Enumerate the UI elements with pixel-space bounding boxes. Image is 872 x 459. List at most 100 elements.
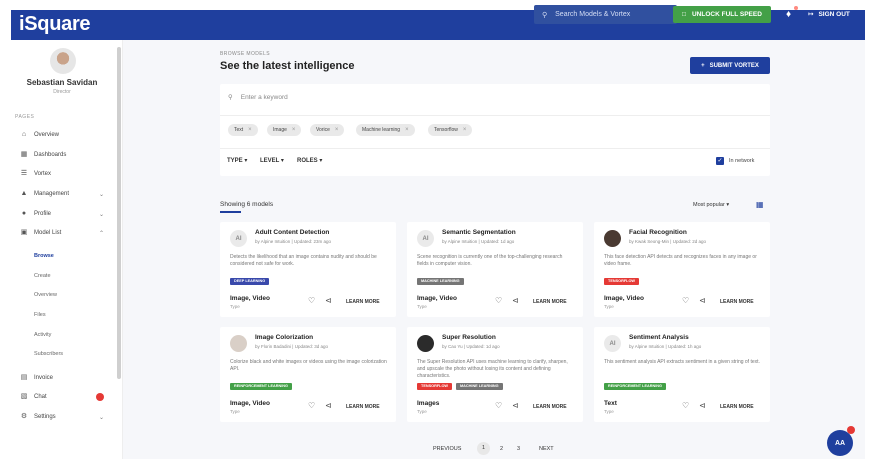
model-title[interactable]: Facial Recognition [629,229,687,236]
submit-vortex-label: SUBMIT VORTEX [709,62,759,69]
pagination-page-3[interactable]: 3 [517,446,520,452]
user-avatar[interactable] [50,48,76,74]
unlock-full-speed-button[interactable]: □ UNLOCK FULL SPEED [673,6,771,23]
sidebar-subitem-activity[interactable]: Activity [34,332,51,338]
chevron-down-icon[interactable]: ⌄ [99,414,104,421]
model-title[interactable]: Super Resolution [442,334,496,341]
share-icon[interactable]: ⊲ [325,401,332,410]
model-title[interactable]: Adult Content Detection [255,229,329,236]
sort-dropdown[interactable]: Most popular ▾ [693,202,729,208]
pagination-page-2[interactable]: 2 [500,446,503,452]
heart-icon[interactable]: ♡ [308,296,315,305]
gear-icon: ⚙ [20,413,28,420]
heart-icon[interactable]: ♡ [495,296,502,305]
sidebar-item-invoice[interactable]: ▤ Invoice [20,372,53,384]
model-tags: TENSORFLOW [604,278,639,285]
roles-dropdown[interactable]: ROLES ▾ [297,157,322,164]
learn-more-button[interactable]: LEARN MORE [346,404,380,410]
heart-icon[interactable]: ♡ [495,401,502,410]
model-description: This face detection API detects and reco… [604,254,757,267]
model-avatar [230,335,247,352]
model-card[interactable]: AI Semantic Segmentation by Alpine Intui… [407,222,583,317]
model-author: by Alpine Intuition | Updated: 1d ago [442,239,515,244]
learn-more-button[interactable]: LEARN MORE [533,299,567,305]
model-card[interactable]: AI Adult Content Detection by Alpine Int… [220,222,396,317]
sidebar-section-label: PAGES [15,114,35,120]
sidebar-item-label: Model List [34,230,62,236]
filter-chip-text[interactable]: Text × [228,124,258,136]
sidebar-subitem-files[interactable]: Files [34,312,46,318]
sidebar-item-vortex[interactable]: ☰ Vortex [20,168,51,180]
learn-more-button[interactable]: LEARN MORE [346,299,380,305]
model-tag: DEEP LEARNING [230,278,270,285]
heart-icon[interactable]: ♡ [308,401,315,410]
model-title[interactable]: Sentiment Analysis [629,334,689,341]
sidebar-item-dashboards[interactable]: ▦ Dashboards [20,149,67,161]
notification-bell-icon[interactable]: ♦ [786,9,791,20]
keyword-input[interactable]: ⚲ Enter a keyword [228,93,288,102]
sidebar-item-label: Management [34,191,70,197]
chip-label: Machine learning [362,127,401,133]
sidebar-item-label: Profile [34,211,52,217]
learn-more-button[interactable]: LEARN MORE [720,299,754,305]
share-icon[interactable]: ⊲ [325,296,332,305]
pagination-page-1[interactable]: 1 [477,442,490,455]
sidebar-item-management[interactable]: ▲ Management [20,188,70,200]
chevron-down-icon[interactable]: ⌄ [99,191,104,198]
model-type: Image, Video [230,400,270,407]
submit-vortex-button[interactable]: + SUBMIT VORTEX [690,57,770,74]
sidebar-item-label: Chat [34,394,47,400]
filter-chip-tensorflow[interactable]: Tensorflow × [428,124,473,136]
model-title[interactable]: Semantic Segmentation [442,229,516,236]
model-card[interactable]: Facial Recognition by Kwak Seong-Min | U… [594,222,770,317]
close-icon[interactable]: × [405,127,409,133]
sidebar-item-profile[interactable]: ● Profile [20,208,51,220]
share-icon[interactable]: ⊲ [512,296,519,305]
model-tag: REINFORCEMENT LEARNING [230,383,292,390]
model-type: Text [604,400,617,407]
chevron-up-icon[interactable]: ⌃ [99,230,104,237]
search-input[interactable]: ⚲ Search Models & Vortex [534,5,677,24]
sign-out-button[interactable]: ↦ SIGN OUT [808,10,850,19]
model-card[interactable]: Image Colorization by Florin Badadini | … [220,327,396,422]
sidebar-item-settings[interactable]: ⚙ Settings [20,411,56,423]
share-icon[interactable]: ⊲ [699,401,706,410]
sidebar-subitem-create[interactable]: Create [34,273,51,279]
sidebar-subitem-subscribers[interactable]: Subscribers [34,351,63,357]
model-tags: REINFORCEMENT LEARNING [604,383,666,390]
sidebar-item-overview[interactable]: ⌂ Overview [20,129,59,141]
grid-view-icon[interactable]: ▦ [756,201,764,209]
sidebar-subitem-overview[interactable]: Overview [34,292,57,298]
share-icon[interactable]: ⊲ [699,296,706,305]
sidebar-scrollbar[interactable] [117,47,121,379]
unlock-label: UNLOCK FULL SPEED [691,11,762,18]
sidebar-item-model-list[interactable]: ▣ Model List [20,227,62,239]
level-dropdown[interactable]: LEVEL ▾ [260,157,284,164]
heart-icon[interactable]: ♡ [682,296,689,305]
learn-more-button[interactable]: LEARN MORE [720,404,754,410]
model-card[interactable]: AI Sentiment Analysis by Alpine Intuitio… [594,327,770,422]
close-icon[interactable]: × [292,127,296,133]
model-card[interactable]: Super Resolution by Cao Yu | Updated: 1d… [407,327,583,422]
close-icon[interactable]: × [248,127,252,133]
share-icon[interactable]: ⊲ [512,401,519,410]
heart-icon[interactable]: ♡ [682,401,689,410]
type-dropdown[interactable]: TYPE ▾ [227,157,247,164]
filter-chip-machine-learning[interactable]: Machine learning × [356,124,415,136]
in-network-checkbox[interactable]: ✓ [716,157,724,165]
sidebar-subitem-browse[interactable]: Browse [34,253,54,259]
sidebar-item-chat[interactable]: ▧ Chat [20,391,47,403]
pagination-previous[interactable]: PREVIOUS [433,446,461,452]
chevron-down-icon[interactable]: ⌄ [99,211,104,218]
model-title[interactable]: Image Colorization [255,334,313,341]
lock-icon: □ [682,11,686,18]
close-icon[interactable]: × [335,127,339,133]
chat-badge [96,393,104,401]
learn-more-button[interactable]: LEARN MORE [533,404,567,410]
close-icon[interactable]: × [463,127,467,133]
filter-chip-image[interactable]: Image × [267,124,302,136]
filter-chip-vorice[interactable]: Vorice × [310,124,345,136]
app-logo[interactable]: iSquare [19,13,91,36]
pagination-next[interactable]: NEXT [539,446,554,452]
model-type-label: Type [604,409,614,414]
